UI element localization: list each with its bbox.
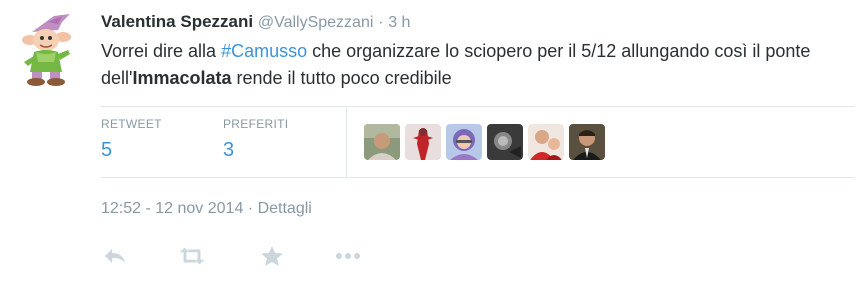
tweet-header: Valentina Spezzani @VallySpezzani · 3 h <box>101 12 410 32</box>
tweet-meta: 12:52 - 12 nov 2014 · Dettagli <box>101 200 312 218</box>
dwarf-avatar-icon <box>22 14 71 86</box>
engager-avatar[interactable] <box>487 124 523 160</box>
tweet-text-bold: Immacolata <box>132 68 232 88</box>
tweet-text: Vorrei dire alla #Camusso che organizzar… <box>101 38 841 92</box>
tweet-stats: RETWEET 5 PREFERITI 3 <box>101 106 855 178</box>
hashtag-link[interactable]: #Camusso <box>221 41 307 61</box>
person-photo-icon <box>528 124 564 160</box>
favorite-label: PREFERITI <box>223 117 289 131</box>
retweet-button[interactable] <box>178 243 206 269</box>
retweet-label: RETWEET <box>101 117 162 131</box>
person-photo-icon <box>364 124 400 160</box>
retweet-stat[interactable]: RETWEET 5 <box>101 117 162 162</box>
retweet-icon <box>179 247 205 265</box>
favorite-button[interactable] <box>258 243 286 269</box>
person-photo-icon <box>569 124 605 160</box>
person-photo-icon <box>405 124 441 160</box>
favorite-icon <box>261 246 283 266</box>
person-photo-icon <box>487 124 523 160</box>
more-icon <box>336 253 360 259</box>
meta-separator: · <box>247 200 254 217</box>
person-photo-icon <box>446 124 482 160</box>
favorite-count: 3 <box>223 139 235 161</box>
reply-button[interactable] <box>101 243 129 269</box>
header-separator: · <box>378 14 384 31</box>
engager-avatar[interactable] <box>446 124 482 160</box>
favorite-stat[interactable]: PREFERITI 3 <box>223 117 288 162</box>
more-button[interactable] <box>334 243 362 269</box>
tweet-timestamp[interactable]: 12:52 - 12 nov 2014 <box>101 200 243 217</box>
tweet-text-part: Vorrei dire alla <box>101 41 222 61</box>
tweet-time-ago[interactable]: 3 h <box>388 14 410 31</box>
tweet-text-part: rende il tutto poco credibile <box>231 68 452 88</box>
engager-avatar[interactable] <box>528 124 564 160</box>
engager-avatar[interactable] <box>405 124 441 160</box>
stats-divider <box>346 107 347 177</box>
retweet-count: 5 <box>101 139 113 161</box>
engager-avatar[interactable] <box>364 124 400 160</box>
user-screen-name[interactable]: @VallySpezzani <box>258 14 374 31</box>
user-fullname[interactable]: Valentina Spezzani <box>101 12 253 31</box>
reply-icon <box>105 249 125 263</box>
engager-avatar[interactable] <box>569 124 605 160</box>
details-link[interactable]: Dettagli <box>258 200 312 217</box>
user-avatar[interactable] <box>18 10 80 90</box>
